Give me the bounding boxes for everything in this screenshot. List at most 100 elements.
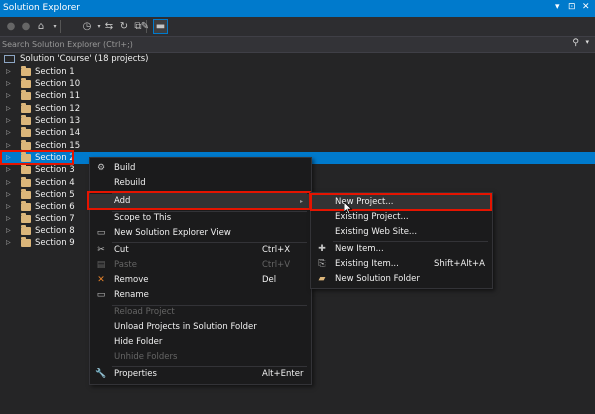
preview-icon[interactable]: ▬ [153, 19, 168, 34]
solution-icon [4, 55, 15, 63]
menu-item-add[interactable]: Add ▸ [90, 194, 311, 209]
tree-item-label: Section 7 [35, 214, 75, 224]
tree-item-label: Section 11 [35, 91, 81, 101]
folder-icon [21, 78, 31, 88]
submenu-item-existing-project[interactable]: Existing Project... [311, 210, 492, 225]
paste-icon: ▤ [96, 260, 106, 270]
menu-item-label: Paste [114, 260, 137, 270]
menu-item-label: Unload Projects in Solution Folder [114, 322, 257, 332]
search-dropdown-icon[interactable]: ▾ [585, 38, 589, 46]
folder-icon [21, 115, 31, 125]
expand-arrow-icon[interactable]: ▷ [6, 237, 11, 249]
expand-arrow-icon[interactable]: ▷ [6, 103, 11, 115]
folder-icon [21, 140, 31, 150]
tree-item-label: Section 12 [35, 104, 81, 114]
menu-item-label: Build [114, 163, 136, 173]
back-icon[interactable]: ● [4, 19, 18, 33]
menu-item-label: Rename [114, 290, 149, 300]
menu-shortcut: Ctrl+X [262, 245, 291, 255]
dropdown-icon[interactable]: ▾ [555, 2, 560, 12]
menu-item-cut[interactable]: ✂ Cut Ctrl+X [90, 243, 311, 258]
expand-arrow-icon[interactable]: ▷ [6, 201, 11, 213]
tree-item[interactable]: ▷ Section 14 [0, 127, 595, 139]
solution-node[interactable]: Solution 'Course' (18 projects) [0, 53, 595, 65]
expand-arrow-icon[interactable]: ▷ [6, 177, 11, 189]
folder-icon [21, 213, 31, 223]
expand-arrow-icon[interactable]: ▷ [6, 225, 11, 237]
menu-item-label: Unhide Folders [114, 352, 178, 362]
submenu-item-new-item[interactable]: ✚ New Item... [311, 242, 492, 257]
folder-icon: ▰ [318, 274, 326, 284]
window-title: Solution Explorer [3, 3, 80, 13]
menu-item-build[interactable]: ⚙ Build [90, 161, 311, 176]
tree-item-label: Section 15 [35, 141, 81, 151]
tree-item[interactable]: ▷ Section 12 [0, 103, 595, 115]
close-icon[interactable]: ✕ [582, 2, 590, 12]
submenu-item-new-solution-folder[interactable]: ▰ New Solution Folder [311, 272, 492, 287]
tree-item[interactable]: ▷ Section 13 [0, 115, 595, 127]
menu-item-label: Add [114, 196, 131, 206]
remove-icon: ✕ [97, 275, 105, 285]
folder-icon [21, 66, 31, 76]
tree-item-label: Section 1 [35, 67, 75, 77]
menu-item-rename[interactable]: ▭ Rename [90, 288, 311, 303]
tree-item[interactable]: ▷ Section 1 [0, 66, 595, 78]
expand-arrow-icon[interactable]: ▷ [6, 213, 11, 225]
menu-item-hide-folder[interactable]: Hide Folder [90, 335, 311, 350]
tree-item-label: Section 14 [35, 128, 81, 138]
forward-icon[interactable]: ● [19, 19, 33, 33]
tree-item-label: Section 8 [35, 226, 75, 236]
folder-icon [21, 164, 31, 174]
folder-icon [21, 152, 31, 162]
solution-label: Solution 'Course' (18 projects) [20, 54, 149, 64]
submenu-item-existing-website[interactable]: Existing Web Site... [311, 225, 492, 240]
sync-icon[interactable]: ⇆ [102, 19, 116, 33]
expand-arrow-icon[interactable]: ▷ [6, 140, 11, 152]
folder-icon [21, 177, 31, 187]
home-icon[interactable]: ⌂ [34, 19, 48, 33]
expand-arrow-icon[interactable]: ▷ [6, 189, 11, 201]
menu-item-paste[interactable]: ▤ Paste Ctrl+V [90, 258, 311, 273]
expand-arrow-icon[interactable]: ▷ [6, 115, 11, 127]
folder-icon [21, 237, 31, 247]
menu-item-new-view[interactable]: ▭ New Solution Explorer View [90, 226, 311, 241]
menu-item-label: Cut [114, 245, 129, 255]
expand-arrow-icon[interactable]: ▷ [6, 164, 11, 176]
menu-item-rebuild[interactable]: Rebuild [90, 176, 311, 191]
expand-arrow-icon[interactable]: ▷ [6, 127, 11, 139]
menu-item-remove[interactable]: ✕ Remove Del [90, 273, 311, 288]
mouse-cursor-icon [344, 202, 353, 215]
menu-shortcut: Shift+Alt+A [434, 259, 485, 269]
expand-arrow-icon[interactable]: ▷ [6, 152, 11, 164]
submenu-item-new-project[interactable]: New Project... [311, 195, 492, 210]
folder-icon [21, 90, 31, 100]
search-bar: ⚲ ▾ [0, 36, 595, 53]
new-view-icon: ▭ [96, 228, 106, 238]
properties-icon[interactable]: ✎ [138, 19, 152, 33]
tree-item-label: Section 10 [35, 79, 81, 89]
tree-item-label: Section 4 [35, 178, 75, 188]
menu-item-unload[interactable]: Unload Projects in Solution Folder [90, 320, 311, 335]
toolbar: ● ● ⌂ ▾ ◷ ▾ ⇆ ↻ ⧉ ✎ ▬ [0, 17, 595, 36]
menu-item-label: New Solution Folder [335, 274, 420, 284]
pin-icon[interactable]: ⊡ [568, 2, 576, 12]
menu-item-scope[interactable]: Scope to This [90, 211, 311, 226]
tree-item[interactable]: ▷ Section 10 [0, 78, 595, 90]
folder-icon [21, 127, 31, 137]
add-submenu: New Project... Existing Project... Exist… [310, 192, 493, 289]
menu-item-reload[interactable]: Reload Project [90, 305, 311, 320]
menu-item-unhide[interactable]: Unhide Folders [90, 350, 311, 365]
refresh-icon[interactable]: ↻ [117, 19, 131, 33]
search-icon[interactable]: ⚲ [572, 38, 579, 48]
search-input[interactable] [2, 38, 562, 50]
menu-item-properties[interactable]: 🔧 Properties Alt+Enter [90, 367, 311, 382]
folder-icon [21, 103, 31, 113]
expand-arrow-icon[interactable]: ▷ [6, 66, 11, 78]
context-menu: ⚙ Build Rebuild Add ▸ Scope to This ▭ Ne… [89, 157, 312, 385]
expand-arrow-icon[interactable]: ▷ [6, 90, 11, 102]
tree-item-label: Section 13 [35, 116, 81, 126]
submenu-item-existing-item[interactable]: ⎘ Existing Item... Shift+Alt+A [311, 257, 492, 272]
expand-arrow-icon[interactable]: ▷ [6, 78, 11, 90]
tree-item[interactable]: ▷ Section 11 [0, 90, 595, 102]
tree-item[interactable]: ▷ Section 15 [0, 140, 595, 152]
